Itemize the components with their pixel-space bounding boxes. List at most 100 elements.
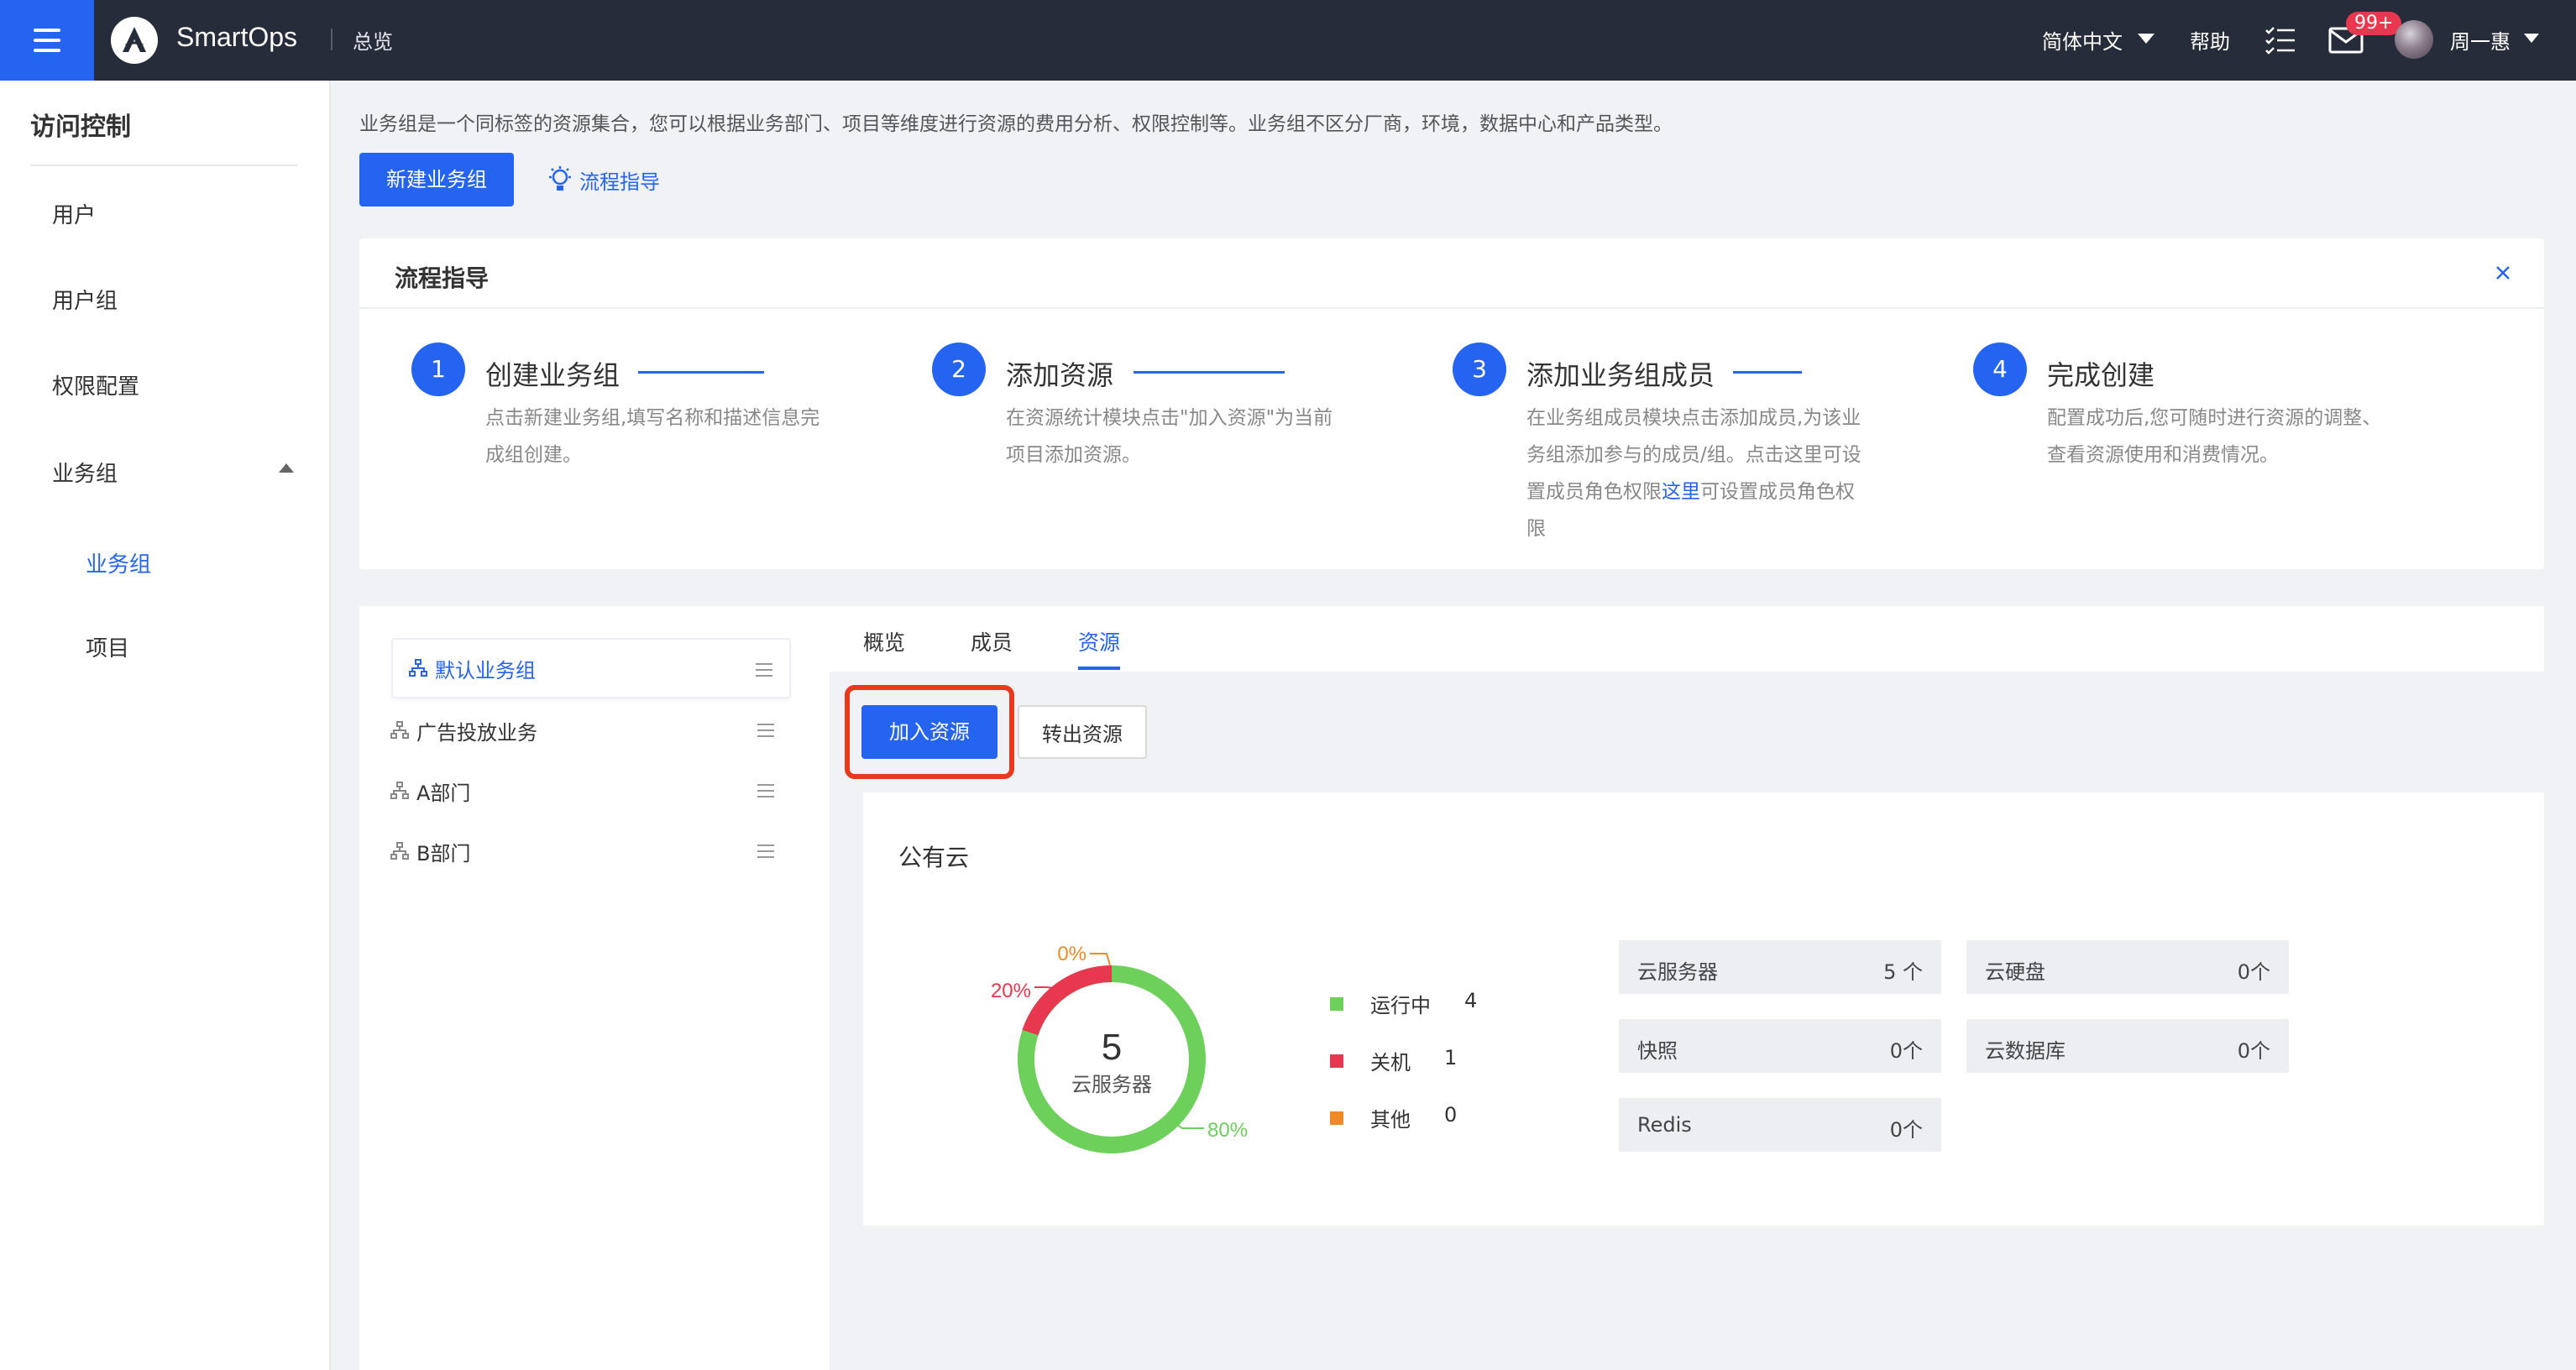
- donut-total: 5: [1102, 1027, 1122, 1068]
- donut-segment-off: [1022, 965, 1113, 1036]
- resource-stat-snapshot[interactable]: 快照 0个: [1619, 1019, 1941, 1073]
- public-cloud-card: 公有云 20% 0% 80% 5 云服务器 运行中 4 关机 1 其他 0 云服…: [863, 792, 2544, 1226]
- step-connector-line: [1733, 371, 1802, 374]
- sidebar-divider: [30, 165, 297, 166]
- resource-stat-cloud-database[interactable]: 云数据库 0个: [1966, 1019, 2289, 1073]
- resource-name: Redis: [1637, 1113, 1692, 1137]
- legend-label: 运行中: [1370, 994, 1431, 1017]
- sidebar-subitem-business-group[interactable]: 业务组: [86, 547, 151, 578]
- brand-divider: [331, 29, 332, 50]
- step-number: 1: [411, 342, 465, 396]
- drag-handle-icon[interactable]: [754, 661, 774, 678]
- resource-value: 0个: [2237, 1039, 2270, 1063]
- drag-handle-icon[interactable]: [756, 843, 776, 860]
- close-icon[interactable]: [2489, 259, 2517, 287]
- resource-value: 0个: [1889, 1118, 1923, 1142]
- help-link[interactable]: 帮助: [2190, 25, 2230, 55]
- language-selector[interactable]: 简体中文: [2042, 25, 2123, 55]
- step-description: 点击新建业务组,填写名称和描述信息完成组创建。: [485, 407, 820, 466]
- resource-value: 0个: [2237, 960, 2270, 984]
- sidebar-title: 访问控制: [30, 112, 131, 142]
- caret-down-icon[interactable]: [2524, 34, 2539, 43]
- label-leader-other: [1090, 953, 1111, 966]
- mail-count-badge: 99+: [2346, 12, 2402, 35]
- drag-handle-icon[interactable]: [756, 782, 776, 799]
- sidebar-item-business-group[interactable]: 业务组: [52, 457, 118, 488]
- step-number: 3: [1453, 342, 1506, 396]
- legend-swatch: [1330, 1054, 1343, 1068]
- step-number: 4: [1973, 342, 2027, 396]
- step-title: 完成创建: [2047, 359, 2155, 391]
- group-list-item[interactable]: A部门: [374, 761, 774, 821]
- resource-stat-cloud-server[interactable]: 云服务器 5 个: [1619, 940, 1941, 994]
- tab-resources[interactable]: 资源: [1078, 626, 1120, 656]
- caret-down-icon[interactable]: [2138, 34, 2155, 44]
- step-connector-line: [638, 371, 764, 374]
- resource-name: 云数据库: [1985, 1039, 2066, 1063]
- donut-pct-running: 80%: [1207, 1119, 1248, 1142]
- group-list-item[interactable]: 广告投放业务: [374, 700, 774, 761]
- user-name[interactable]: 周一惠: [2450, 25, 2511, 55]
- sidebar-item-permissions[interactable]: 权限配置: [52, 369, 139, 400]
- org-tree-icon: [409, 659, 427, 677]
- resource-value: 5 个: [1883, 960, 1923, 984]
- resource-stat-cloud-disk[interactable]: 云硬盘 0个: [1966, 940, 2289, 994]
- resource-name: 云服务器: [1637, 960, 1718, 984]
- resource-value: 0个: [1889, 1039, 1923, 1063]
- drag-handle-icon[interactable]: [756, 722, 776, 739]
- transfer-resource-button[interactable]: 转出资源: [1018, 705, 1147, 759]
- step-connector-line: [1134, 371, 1285, 374]
- lightbulb-icon: [549, 166, 571, 191]
- donut-center-label: 云服务器: [1071, 1073, 1152, 1096]
- legend-swatch: [1330, 996, 1343, 1011]
- menu-bar-line: [34, 29, 60, 32]
- new-business-group-button[interactable]: 新建业务组: [359, 153, 514, 207]
- step-title: 创建业务组: [485, 359, 620, 391]
- legend-count: 1: [1444, 1046, 1458, 1069]
- guide-card-header: 流程指导: [359, 238, 2544, 309]
- legend-swatch: [1330, 1111, 1343, 1125]
- group-list-item[interactable]: B部门: [374, 821, 774, 881]
- step-number: 2: [932, 342, 986, 396]
- process-guide-link[interactable]: 流程指导: [547, 165, 660, 195]
- top-bar: SmartOps 总览 简体中文 帮助 99+ 周一惠: [0, 0, 2576, 81]
- legend-label: 其他: [1370, 1108, 1411, 1132]
- sidebar-item-users[interactable]: 用户: [52, 198, 96, 229]
- step-title: 添加资源: [1006, 359, 1114, 391]
- process-guide-card: 流程指导 1 创建业务组 点击新建业务组,填写名称和描述信息完成组创建。 2 添…: [359, 238, 2544, 569]
- server-status-donut-chart: 20% 0% 80% 5 云服务器: [991, 943, 1248, 1153]
- org-tree-icon: [390, 721, 409, 739]
- smartops-logo-icon[interactable]: [111, 17, 158, 64]
- legend-label: 关机: [1370, 1051, 1411, 1075]
- sidebar-item-user-groups[interactable]: 用户组: [52, 284, 118, 315]
- menu-bar-line: [34, 49, 60, 52]
- org-tree-icon: [390, 782, 409, 799]
- group-name: B部门: [416, 841, 471, 865]
- org-tree-icon: [390, 842, 409, 860]
- sidebar-subitem-projects[interactable]: 项目: [86, 631, 129, 662]
- donut-pct-off: 20%: [991, 980, 1031, 1002]
- task-list-icon[interactable]: [2264, 24, 2297, 57]
- process-guide-label: 流程指导: [579, 170, 660, 194]
- add-resource-button[interactable]: 加入资源: [861, 705, 997, 759]
- guide-card-title: 流程指导: [395, 264, 490, 292]
- hamburger-menu-button[interactable]: [0, 0, 94, 81]
- step-settings-link[interactable]: 这里: [1662, 481, 1700, 503]
- step-description: 在业务组成员模块点击添加成员,为该业务组添加参与的成员/组。点击这里可设置成员角…: [1526, 400, 1869, 547]
- resource-stat-redis[interactable]: Redis 0个: [1619, 1098, 1941, 1152]
- resource-name: 快照: [1637, 1039, 1678, 1063]
- legend-count: 4: [1464, 989, 1478, 1012]
- tab-active-underline: [1078, 667, 1120, 670]
- breadcrumb-overview[interactable]: 总览: [353, 25, 393, 55]
- step-description: 在资源统计模块点击"加入资源"为当前项目添加资源。: [1006, 407, 1333, 466]
- group-name: 默认业务组: [435, 658, 536, 682]
- step-description: 配置成功后,您可随时进行资源的调整、查看资源使用和消费情况。: [2047, 407, 2382, 466]
- legend-item-off: 关机 1: [1330, 1046, 1457, 1075]
- tab-members[interactable]: 成员: [971, 626, 1013, 656]
- tab-overview[interactable]: 概览: [863, 626, 905, 656]
- caret-up-icon[interactable]: [279, 463, 294, 473]
- user-avatar[interactable]: [2395, 20, 2433, 59]
- group-list-item-default[interactable]: 默认业务组: [391, 638, 791, 698]
- resource-name: 云硬盘: [1985, 960, 2045, 984]
- brand-name[interactable]: SmartOps: [176, 22, 297, 53]
